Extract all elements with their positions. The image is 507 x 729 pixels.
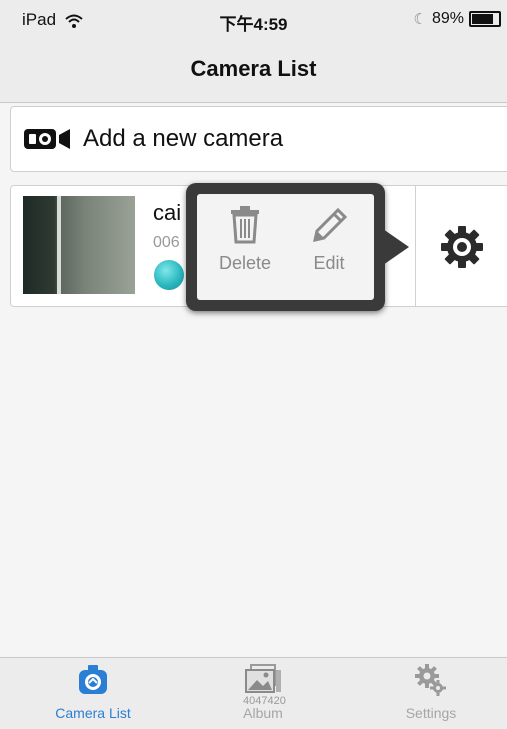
tab-label: Album <box>243 705 283 721</box>
delete-button[interactable]: Delete <box>205 204 285 279</box>
add-camera-button[interactable]: Add a new camera <box>10 106 507 172</box>
camera-actions-popover: Delete Edit <box>186 183 409 311</box>
delete-label: Delete <box>218 253 272 273</box>
camera-icon <box>79 665 107 694</box>
status-right: ☾ 89% <box>414 10 501 28</box>
tab-camera-list[interactable]: Camera List <box>33 664 153 721</box>
gears-icon <box>415 664 446 696</box>
add-camera-label: Add a new camera <box>83 125 284 152</box>
camera-name: cai <box>153 200 182 225</box>
camera-thumbnail[interactable] <box>23 196 135 294</box>
online-status-indicator <box>154 260 184 290</box>
trash-icon <box>231 206 259 244</box>
video-camera-icon <box>24 129 70 149</box>
album-icon <box>245 664 281 693</box>
camera-id: 006 <box>153 234 180 251</box>
page-title: Camera List <box>190 56 317 81</box>
tab-bar: Camera List Album Settings <box>0 657 507 729</box>
edit-button[interactable]: Edit <box>289 204 369 279</box>
tab-label: Camera List <box>55 705 131 721</box>
row-divider <box>415 186 416 306</box>
pencil-icon <box>313 207 348 242</box>
moon-icon: ☾ <box>413 11 427 28</box>
tab-album[interactable]: Album <box>203 664 323 721</box>
battery-icon <box>469 11 501 27</box>
edit-label: Edit <box>313 253 345 273</box>
battery-percent: 89% <box>431 10 464 27</box>
thumbnail-detail <box>57 196 61 294</box>
watermark-text: 4047420 <box>243 695 286 707</box>
status-bar: iPad 下午4:59 ☾ 89% <box>0 0 507 40</box>
popover-arrow <box>383 229 409 265</box>
camera-settings-gear-icon[interactable] <box>439 224 485 270</box>
tab-label: Settings <box>405 705 457 721</box>
navigation-bar: Camera List <box>0 40 507 103</box>
popover-content: Delete Edit <box>197 194 374 300</box>
battery-fill <box>472 14 493 24</box>
tab-settings[interactable]: Settings <box>371 664 491 721</box>
